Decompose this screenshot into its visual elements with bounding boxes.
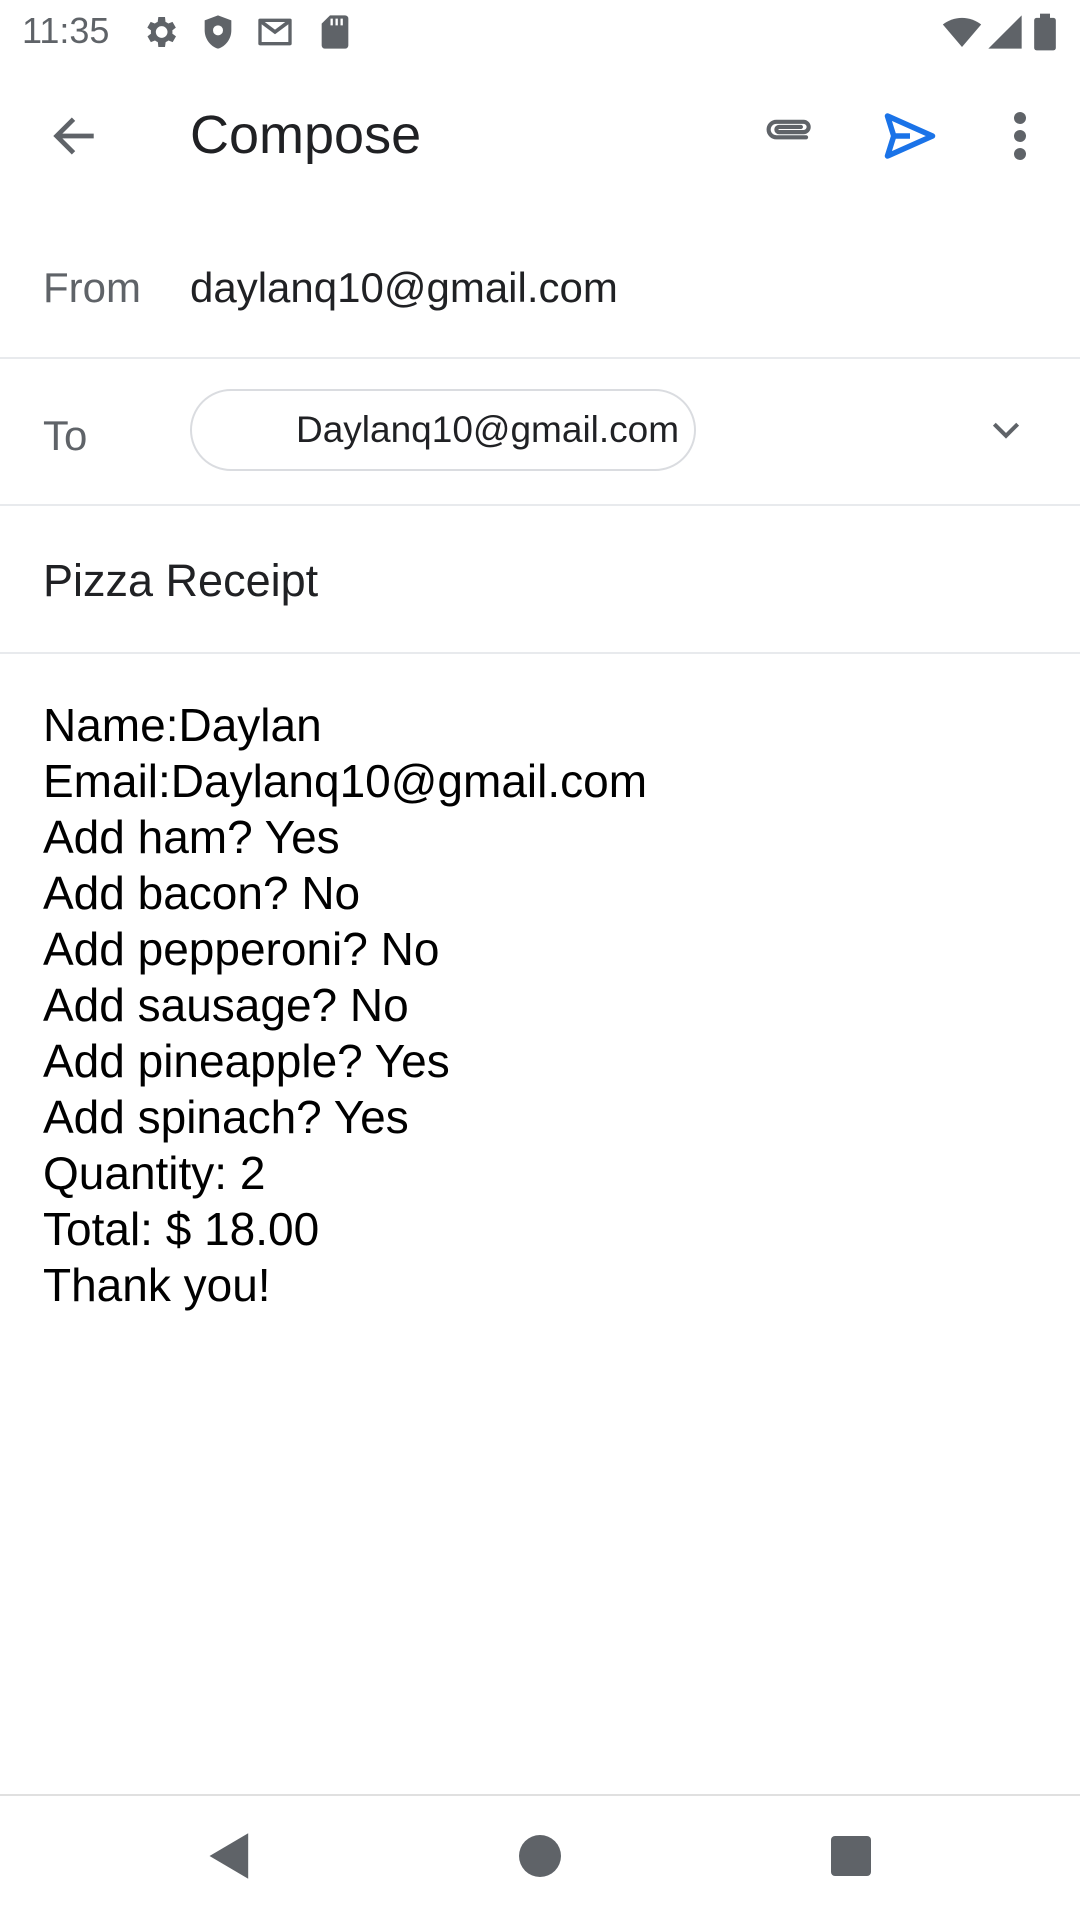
body-line: Total: $ 18.00 [43, 1203, 320, 1255]
body-line: Email:Daylanq10@gmail.com [43, 755, 648, 807]
body-field[interactable]: Name:Daylan Email:Daylanq10@gmail.com Ad… [43, 697, 1043, 1313]
to-label: To [43, 412, 88, 459]
send-icon [880, 106, 940, 166]
navigation-bar [0, 1794, 1080, 1920]
body-line: Quantity: 2 [43, 1147, 266, 1199]
nav-recents-icon [831, 1836, 871, 1876]
recipient-chip[interactable]: Daylanq10@gmail.com [190, 389, 696, 471]
wifi-icon [942, 12, 982, 52]
nav-home-button[interactable] [500, 1816, 580, 1896]
send-button[interactable] [870, 96, 950, 176]
nav-recents-button[interactable] [811, 1816, 891, 1896]
body-line: Name:Daylan [43, 699, 322, 751]
body-line: Add spinach? Yes [43, 1091, 409, 1143]
more-vert-icon [1014, 112, 1026, 160]
battery-icon [1030, 12, 1060, 52]
expand-recipients-button[interactable] [976, 400, 1036, 460]
body-line: Thank you! [43, 1259, 271, 1311]
nav-home-icon [519, 1835, 561, 1877]
chevron-down-icon [986, 410, 1026, 450]
attach-button[interactable] [748, 96, 828, 176]
shield-icon [198, 12, 238, 52]
gmail-icon [255, 12, 295, 52]
signal-icon [985, 12, 1025, 52]
body-line: Add pepperoni? No [43, 923, 440, 975]
more-options-button[interactable] [990, 96, 1050, 176]
body-line: Add pineapple? Yes [43, 1035, 450, 1087]
nav-back-button[interactable] [190, 1816, 270, 1896]
back-button[interactable] [38, 100, 110, 172]
status-time: 11:35 [22, 10, 110, 51]
from-value[interactable]: daylanq10@gmail.com [190, 264, 618, 312]
body-line: Add ham? Yes [43, 811, 340, 863]
app-bar: Compose [0, 64, 1080, 208]
body-line: Add bacon? No [43, 867, 361, 919]
sd-card-icon [315, 12, 355, 52]
back-arrow-icon [48, 110, 100, 162]
from-row[interactable]: From daylanq10@gmail.com [0, 208, 1080, 358]
recipient-chip-label: Daylanq10@gmail.com [296, 409, 680, 450]
from-label: From [43, 264, 141, 311]
subject-field[interactable]: Pizza Receipt [43, 555, 318, 607]
divider [0, 504, 1080, 506]
nav-back-icon [207, 1831, 253, 1881]
divider [0, 652, 1080, 654]
settings-icon [140, 12, 180, 52]
page-title: Compose [190, 105, 422, 165]
status-bar: 11:35 [0, 0, 1080, 64]
attach-icon [757, 105, 819, 167]
body-line: Add sausage? No [43, 979, 409, 1031]
